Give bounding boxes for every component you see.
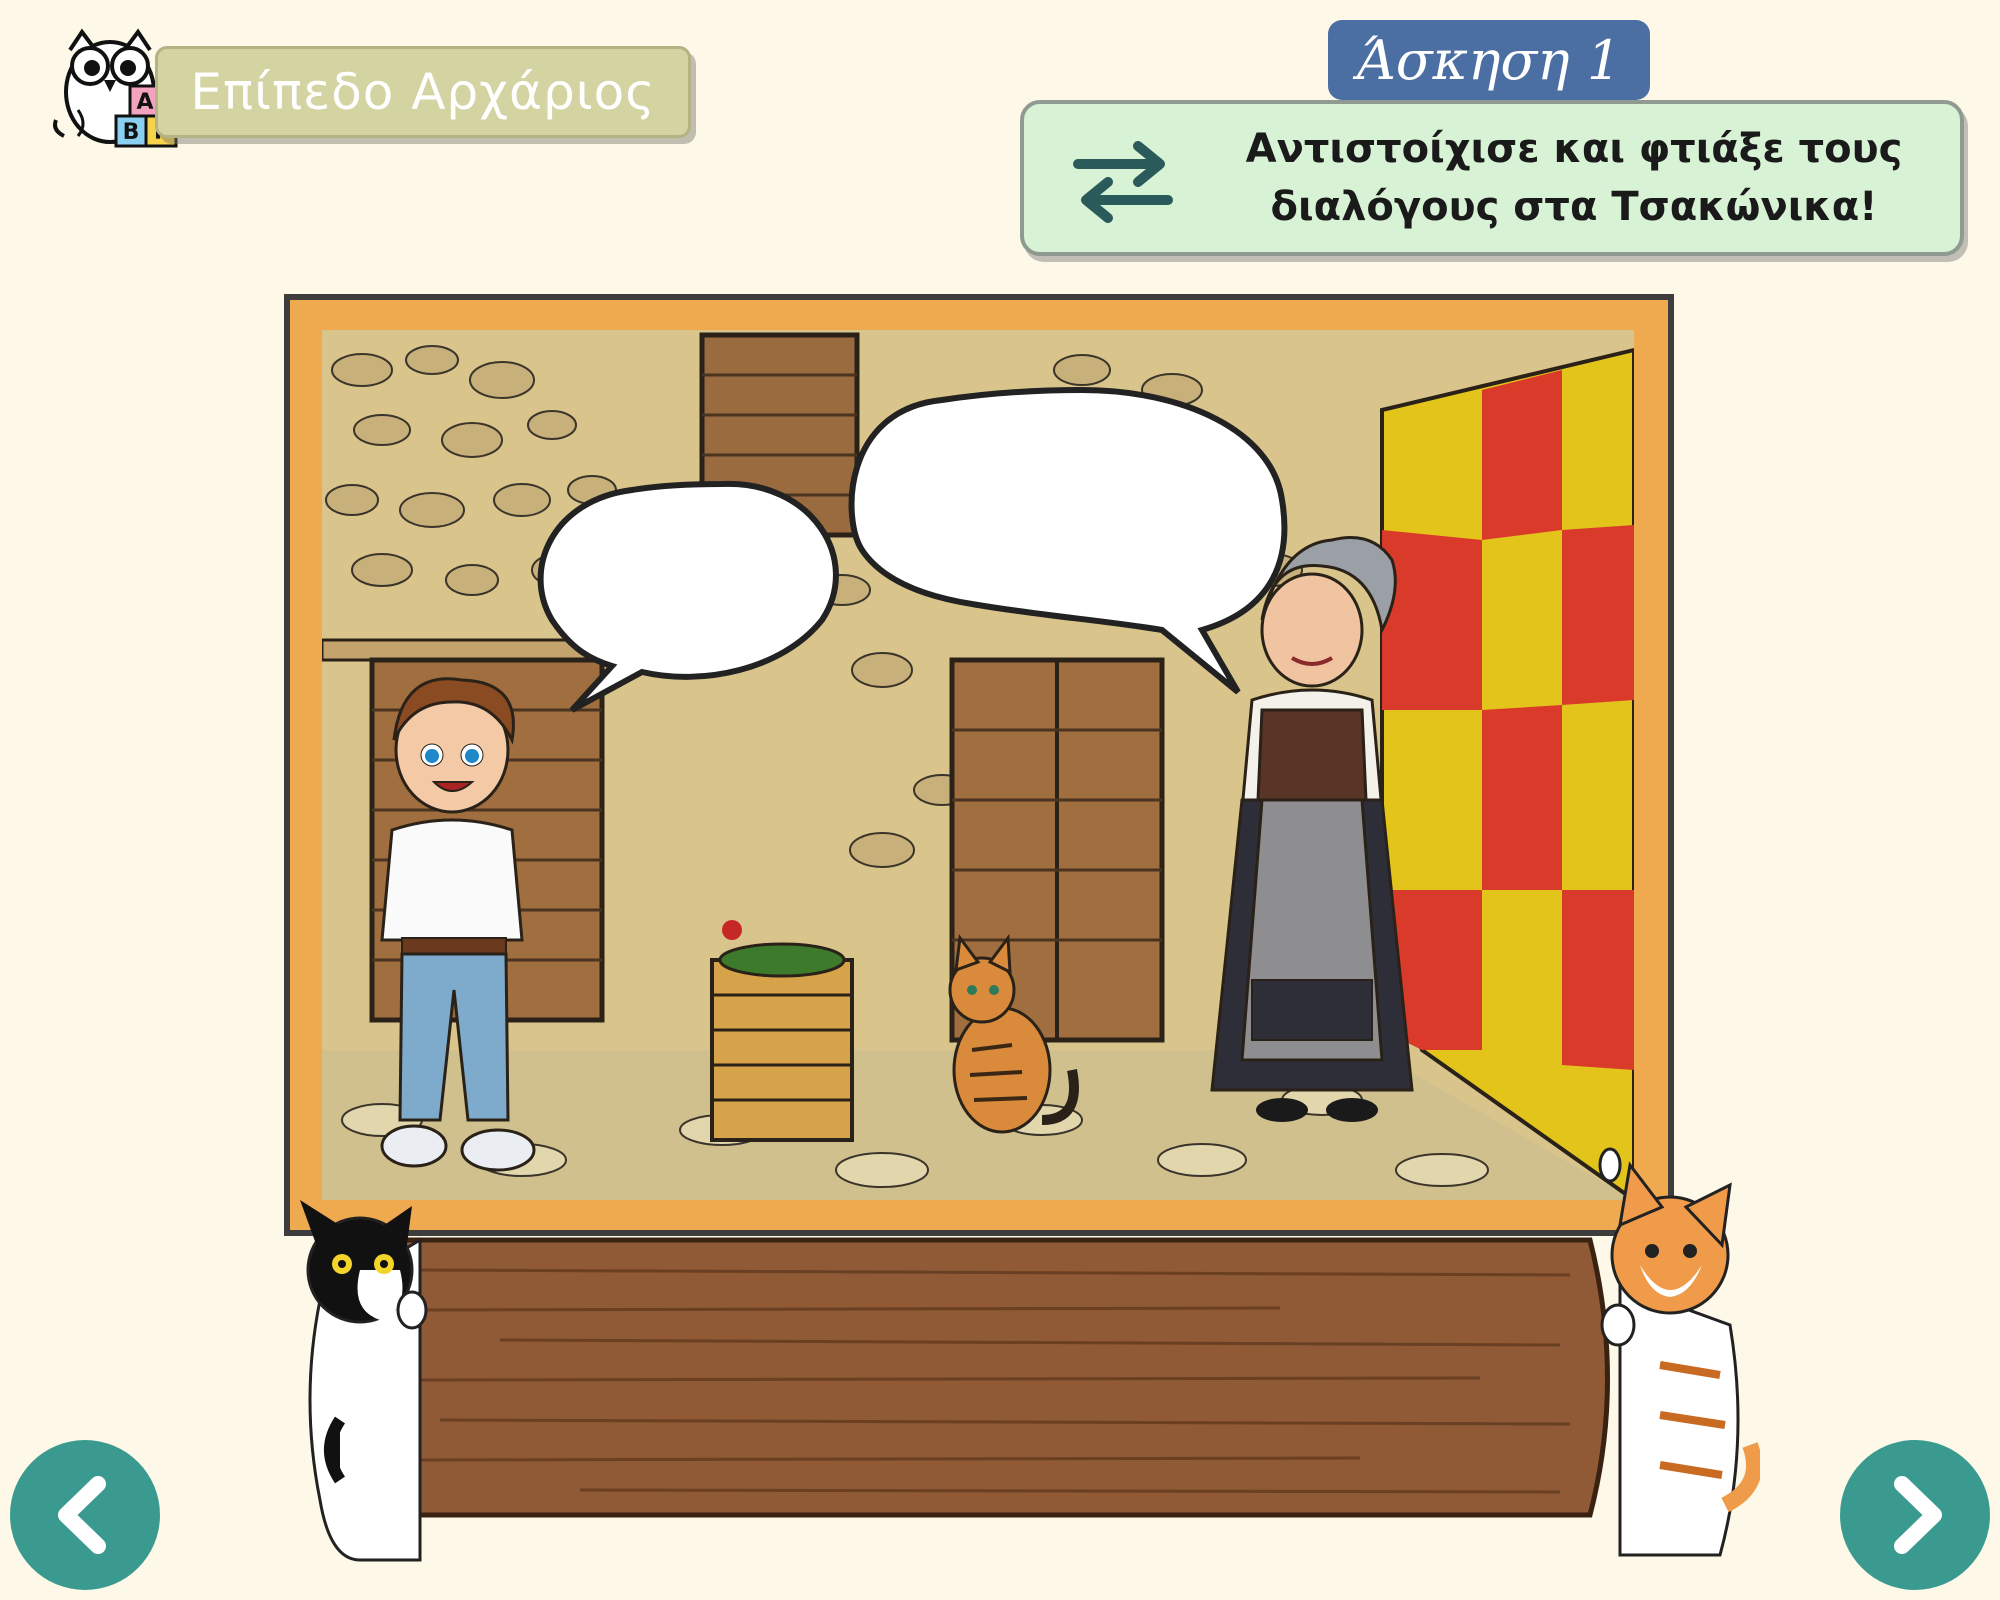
answer-board[interactable] [380, 1230, 1620, 1520]
orange-cat [1598, 1147, 1760, 1557]
instruction-text: Αντιστοίχισε και φτιάξε τους διαλόγους σ… [1224, 118, 1924, 238]
block-letter-b: Β [123, 120, 140, 145]
block-letter-a: Α [136, 90, 153, 115]
village-scene [322, 330, 1634, 1200]
black-white-cat [300, 1200, 428, 1562]
instruction-line-2: διαλόγους στα Τσακώνικα! [1270, 184, 1878, 230]
swap-arrows-icon [1073, 141, 1173, 223]
chevron-right-icon [1894, 1476, 1942, 1554]
instruction-box: Αντιστοίχισε και φτιάξε τους διαλόγους σ… [1020, 100, 1964, 256]
next-button[interactable] [1840, 1440, 1990, 1590]
chevron-left-icon [58, 1476, 106, 1554]
prev-button[interactable] [10, 1440, 160, 1590]
planter-crate [710, 920, 854, 1142]
instruction-line-1: Αντιστοίχισε και φτιάξε τους [1245, 126, 1903, 172]
level-label: Επίπεδο Αρχάριος [155, 46, 691, 138]
exercise-title: Άσκηση 1 [1328, 20, 1650, 100]
